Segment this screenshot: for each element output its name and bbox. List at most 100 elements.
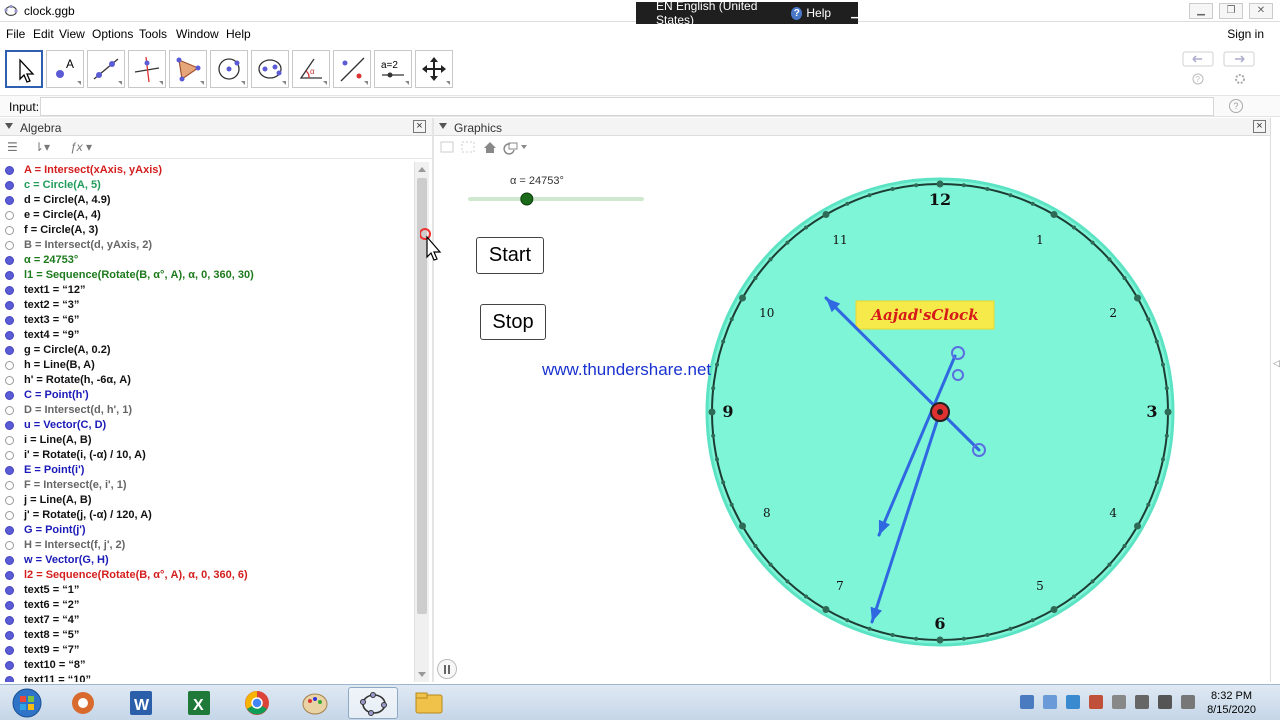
algebra-menu-icon[interactable]: ☰ bbox=[7, 140, 18, 154]
algebra-row[interactable]: h = Line(B, A) bbox=[0, 358, 414, 373]
algebra-row[interactable]: text8 = “5” bbox=[0, 628, 414, 643]
algebra-row-text[interactable]: h' = Rotate(h, -6α, A) bbox=[24, 374, 131, 386]
algebra-row-text[interactable]: u = Vector(C, D) bbox=[24, 419, 106, 431]
tray-battery-icon[interactable] bbox=[1112, 695, 1126, 709]
algebra-row[interactable]: j' = Rotate(j, (-α) / 120, A) bbox=[0, 508, 414, 523]
input-help-icon[interactable]: ? bbox=[1229, 99, 1243, 113]
sort-icon[interactable]: ⇂▾ bbox=[34, 140, 50, 154]
visibility-toggle-icon[interactable] bbox=[5, 181, 14, 190]
visibility-toggle-icon[interactable] bbox=[5, 376, 14, 385]
excel-app-icon[interactable]: X bbox=[174, 687, 224, 719]
algebra-row[interactable]: c = Circle(A, 5) bbox=[0, 178, 414, 193]
algebra-row-text[interactable]: E = Point(i') bbox=[24, 464, 84, 476]
visibility-toggle-icon[interactable] bbox=[5, 496, 14, 505]
point-tool-button[interactable]: A bbox=[46, 50, 84, 88]
visibility-toggle-icon[interactable] bbox=[5, 511, 14, 520]
algebra-row-text[interactable]: i = Line(A, B) bbox=[24, 434, 92, 446]
ellipse-tool-button[interactable] bbox=[251, 50, 289, 88]
algebra-row-text[interactable]: D = Intersect(d, h', 1) bbox=[24, 404, 132, 416]
visibility-toggle-icon[interactable] bbox=[5, 316, 14, 325]
algebra-row[interactable]: text4 = “9” bbox=[0, 328, 414, 343]
sign-in-link[interactable]: Sign in bbox=[1227, 27, 1264, 41]
algebra-row-text[interactable]: B = Intersect(d, yAxis, 2) bbox=[24, 239, 152, 251]
visibility-toggle-icon[interactable] bbox=[5, 616, 14, 625]
algebra-row-text[interactable]: A = Intersect(xAxis, yAxis) bbox=[24, 164, 162, 176]
visibility-toggle-icon[interactable] bbox=[5, 436, 14, 445]
visibility-toggle-icon[interactable] bbox=[5, 166, 14, 175]
help-link[interactable]: Help bbox=[806, 6, 831, 20]
algebra-row-text[interactable]: α = 24753° bbox=[24, 254, 78, 266]
algebra-row[interactable]: α = 24753° bbox=[0, 253, 414, 268]
visibility-toggle-icon[interactable] bbox=[5, 541, 14, 550]
language-label[interactable]: EN English (United States) bbox=[656, 0, 779, 27]
menu-options[interactable]: Options bbox=[92, 27, 133, 41]
algebra-row-text[interactable]: h = Line(B, A) bbox=[24, 359, 95, 371]
visibility-toggle-icon[interactable] bbox=[5, 526, 14, 535]
algebra-row-text[interactable]: text5 = “1” bbox=[24, 584, 79, 596]
algebra-row[interactable]: G = Point(j') bbox=[0, 523, 414, 538]
tray-app-icon[interactable] bbox=[1043, 695, 1057, 709]
website-text[interactable]: www.thundershare.net bbox=[542, 360, 711, 380]
algebra-row-text[interactable]: i' = Rotate(i, (-α) / 10, A) bbox=[24, 449, 146, 461]
visibility-toggle-icon[interactable] bbox=[5, 226, 14, 235]
menu-file[interactable]: File bbox=[6, 27, 25, 41]
algebra-row-text[interactable]: d = Circle(A, 4.9) bbox=[24, 194, 111, 206]
move-graphics-tool-button[interactable] bbox=[415, 50, 453, 88]
algebra-row[interactable]: d = Circle(A, 4.9) bbox=[0, 193, 414, 208]
visibility-toggle-icon[interactable] bbox=[5, 466, 14, 475]
menu-edit[interactable]: Edit bbox=[33, 27, 54, 41]
visibility-toggle-icon[interactable] bbox=[5, 256, 14, 265]
algebra-row[interactable]: l1 = Sequence(Rotate(B, α°, A), α, 0, 36… bbox=[0, 268, 414, 283]
algebra-row[interactable]: g = Circle(A, 0.2) bbox=[0, 343, 414, 358]
visibility-toggle-icon[interactable] bbox=[5, 406, 14, 415]
geogebra-taskbar-icon[interactable] bbox=[348, 687, 398, 719]
algebra-row-text[interactable]: text4 = “9” bbox=[24, 329, 79, 341]
angle-tool-button[interactable]: α bbox=[292, 50, 330, 88]
visibility-toggle-icon[interactable] bbox=[5, 301, 14, 310]
visibility-toggle-icon[interactable] bbox=[5, 556, 14, 565]
tray-network-icon[interactable] bbox=[1020, 695, 1034, 709]
slider-tool-button[interactable]: a=2 bbox=[374, 50, 412, 88]
visibility-toggle-icon[interactable] bbox=[5, 346, 14, 355]
algebra-row[interactable]: l2 = Sequence(Rotate(B, α°, A), α, 0, 36… bbox=[0, 568, 414, 583]
graphics-view[interactable]: α = 24753° 12 1 2 3 4 5 6 7 8 9 10 11 Aajad'sClock S… bbox=[420, 160, 1270, 682]
algebra-row-text[interactable]: text2 = “3” bbox=[24, 299, 79, 311]
algebra-row-text[interactable]: G = Point(j') bbox=[24, 524, 86, 536]
start-button[interactable]: Start bbox=[476, 237, 544, 274]
algebra-row[interactable]: text9 = “7” bbox=[0, 643, 414, 658]
algebra-row[interactable]: C = Point(h') bbox=[0, 388, 414, 403]
start-orb[interactable] bbox=[2, 687, 52, 719]
algebra-row-text[interactable]: F = Intersect(e, i', 1) bbox=[24, 479, 127, 491]
language-bar-menu-icon[interactable]: ▁ bbox=[851, 8, 858, 19]
collapse-triangle-icon[interactable] bbox=[5, 123, 13, 129]
perpendicular-line-tool-button[interactable] bbox=[128, 50, 166, 88]
language-bar[interactable]: EN English (United States) ? Help ▁ bbox=[636, 0, 858, 27]
visibility-toggle-icon[interactable] bbox=[5, 331, 14, 340]
algebra-row-text[interactable]: text10 = “8” bbox=[24, 659, 85, 671]
algebra-row-text[interactable]: c = Circle(A, 5) bbox=[24, 179, 101, 191]
algebra-row-text[interactable]: H = Intersect(f, j', 2) bbox=[24, 539, 125, 551]
algebra-row-text[interactable]: w = Vector(G, H) bbox=[24, 554, 109, 566]
menu-tools[interactable]: Tools bbox=[139, 27, 167, 41]
paint-app-icon[interactable] bbox=[290, 687, 340, 719]
visibility-toggle-icon[interactable] bbox=[5, 571, 14, 580]
algebra-row-text[interactable]: g = Circle(A, 0.2) bbox=[24, 344, 111, 356]
line-tool-button[interactable] bbox=[87, 50, 125, 88]
algebra-row-text[interactable]: l1 = Sequence(Rotate(B, α°, A), α, 0, 36… bbox=[24, 269, 254, 281]
input-field[interactable] bbox=[40, 97, 1214, 116]
visibility-toggle-icon[interactable] bbox=[5, 676, 14, 682]
algebra-row-text[interactable]: C = Point(h') bbox=[24, 389, 89, 401]
side-panel-arrow-icon[interactable]: ◁ bbox=[1273, 358, 1280, 369]
algebra-row[interactable]: H = Intersect(f, j', 2) bbox=[0, 538, 414, 553]
visibility-toggle-icon[interactable] bbox=[5, 646, 14, 655]
tray-signal-icon[interactable] bbox=[1158, 695, 1172, 709]
visibility-toggle-icon[interactable] bbox=[5, 391, 14, 400]
polygon-tool-button[interactable] bbox=[169, 50, 207, 88]
tray-app-icon[interactable] bbox=[1066, 695, 1080, 709]
algebra-row-text[interactable]: j' = Rotate(j, (-α) / 120, A) bbox=[24, 509, 152, 521]
maximize-button[interactable]: ❐ bbox=[1219, 3, 1243, 19]
visibility-toggle-icon[interactable] bbox=[5, 481, 14, 490]
algebra-row-text[interactable]: text7 = “4” bbox=[24, 614, 79, 626]
explorer-app-icon[interactable] bbox=[404, 687, 454, 719]
algebra-row[interactable]: i' = Rotate(i, (-α) / 10, A) bbox=[0, 448, 414, 463]
